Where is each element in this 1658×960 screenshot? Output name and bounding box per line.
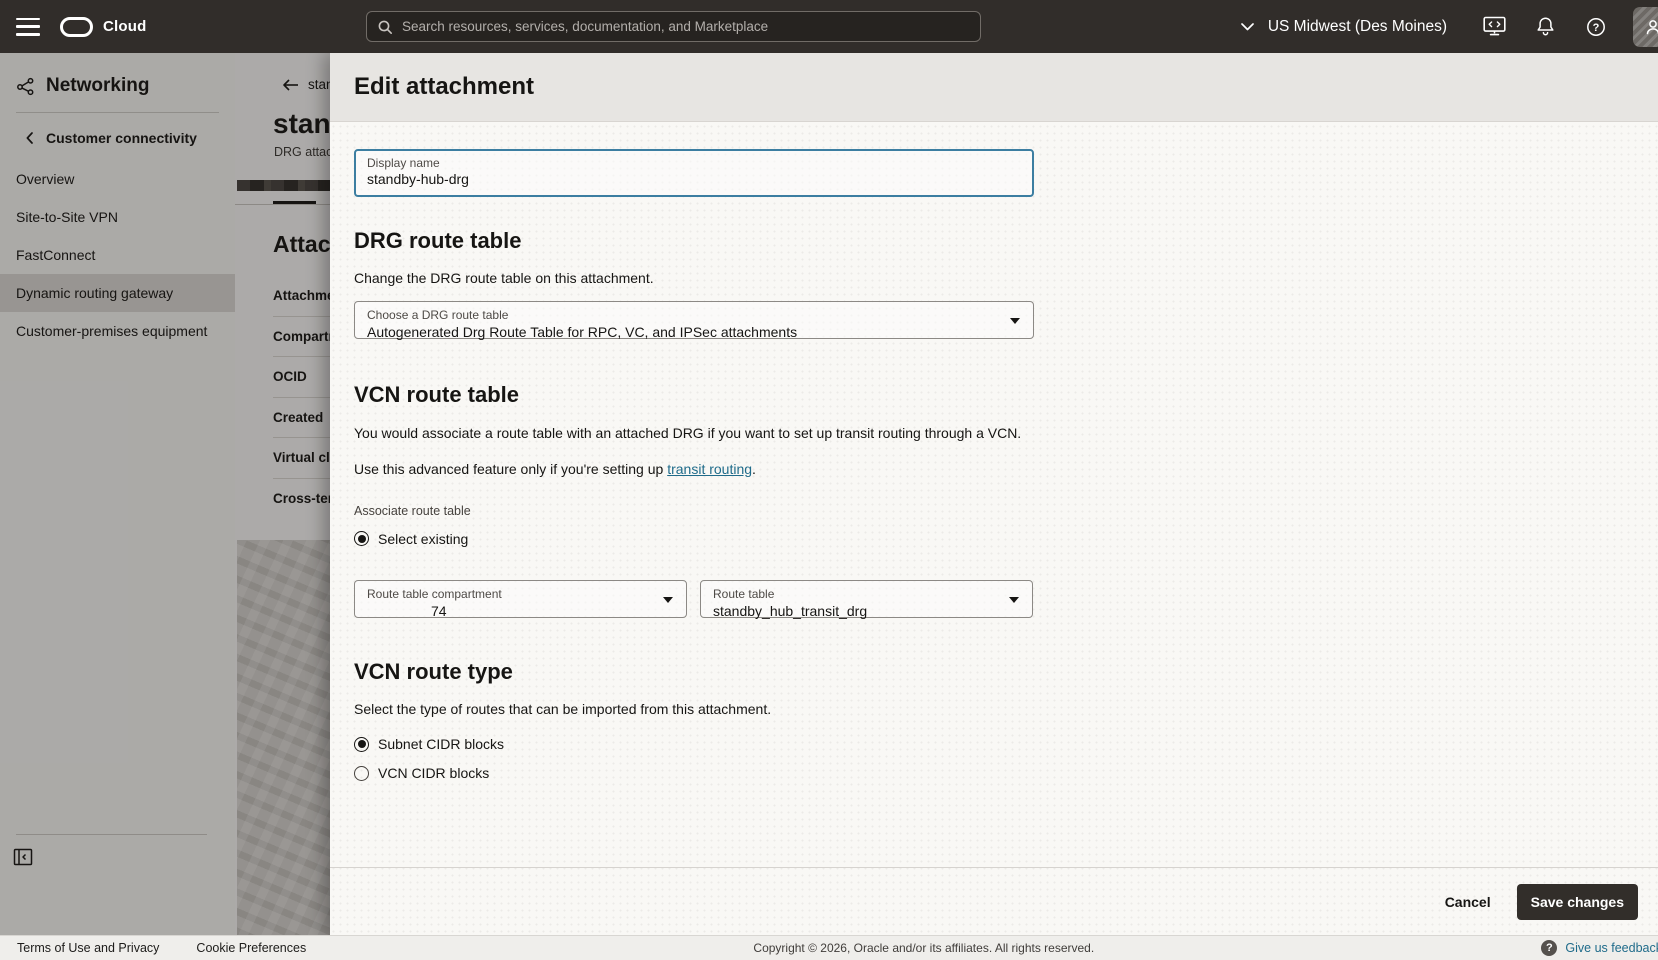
drg-select-label: Choose a DRG route table xyxy=(367,308,1021,323)
vcn-route-type-description: Select the type of routes that can be im… xyxy=(354,699,1034,719)
chevron-down-icon xyxy=(1241,23,1254,31)
vcn-route-table-heading: VCN route table xyxy=(354,382,1034,408)
panel-footer: Cancel Save changes xyxy=(330,867,1658,935)
compartment-select-value: 74 xyxy=(367,602,674,620)
global-search[interactable] xyxy=(366,11,981,42)
help-icon[interactable]: ? xyxy=(1583,14,1609,40)
panel-header: Edit attachment xyxy=(330,53,1658,122)
svg-text:?: ? xyxy=(1593,22,1600,34)
modal-scrim xyxy=(0,53,330,935)
transit-routing-link[interactable]: transit routing xyxy=(667,461,752,477)
drg-route-table-select[interactable]: Choose a DRG route table Autogenerated D… xyxy=(354,301,1034,339)
edit-attachment-panel: Edit attachment Display name DRG route t… xyxy=(330,53,1658,935)
vcn-paragraph-1: You would associate a route table with a… xyxy=(354,423,1034,443)
radio-subnet-cidr-blocks[interactable]: Subnet CIDR blocks xyxy=(354,736,504,752)
region-selector[interactable]: US Midwest (Des Moines) xyxy=(1241,18,1447,36)
caret-down-icon xyxy=(1010,318,1020,324)
page-footer-bar: Terms of Use and Privacy Cookie Preferen… xyxy=(0,935,1658,960)
vcn-route-type-heading: VCN route type xyxy=(354,659,1034,685)
panel-title: Edit attachment xyxy=(354,73,534,101)
brand-text: Cloud xyxy=(103,18,147,35)
person-icon xyxy=(1643,17,1658,37)
radio-unselected-icon xyxy=(354,766,369,781)
search-input[interactable] xyxy=(402,19,970,34)
user-avatar[interactable] xyxy=(1633,7,1658,47)
oracle-logo-icon xyxy=(60,17,93,37)
drg-route-table-description: Change the DRG route table on this attac… xyxy=(354,268,1034,288)
top-bar: Cloud US Midwest (Des Moines) ? xyxy=(0,0,1658,53)
display-name-input[interactable] xyxy=(367,171,1021,187)
caret-down-icon xyxy=(1009,597,1019,603)
hamburger-menu-icon[interactable] xyxy=(16,18,40,36)
drg-route-table-heading: DRG route table xyxy=(354,228,1034,254)
cookie-preferences-link[interactable]: Cookie Preferences xyxy=(196,941,306,955)
vcn-paragraph-2: Use this advanced feature only if you're… xyxy=(354,459,1034,479)
radio-selected-icon xyxy=(354,737,369,752)
caret-down-icon xyxy=(663,597,673,603)
display-name-label: Display name xyxy=(367,156,1021,171)
drg-select-value: Autogenerated Drg Route Table for RPC, V… xyxy=(367,323,1021,341)
terms-link[interactable]: Terms of Use and Privacy xyxy=(17,941,159,955)
search-icon xyxy=(377,19,393,35)
route-table-select-label: Route table xyxy=(713,587,1020,602)
route-table-select[interactable]: Route table standby_hub_transit_drg xyxy=(700,580,1033,618)
associate-route-table-label: Associate route table xyxy=(354,504,1034,518)
compartment-select-label: Route table compartment xyxy=(367,587,674,602)
display-name-field[interactable]: Display name xyxy=(354,149,1034,197)
copyright-text: Copyright © 2026, Oracle and/or its affi… xyxy=(306,941,1541,955)
region-label: US Midwest (Des Moines) xyxy=(1268,18,1447,36)
radio-vcn-cidr-blocks[interactable]: VCN CIDR blocks xyxy=(354,765,489,781)
route-table-compartment-select[interactable]: Route table compartment 74 xyxy=(354,580,687,618)
save-changes-button[interactable]: Save changes xyxy=(1517,884,1638,920)
give-feedback-link[interactable]: Give us feedback xyxy=(1565,941,1658,955)
route-table-select-value: standby_hub_transit_drg xyxy=(713,602,1020,620)
brand-logo[interactable]: Cloud xyxy=(60,17,147,37)
cancel-button[interactable]: Cancel xyxy=(1445,894,1491,910)
panel-body: Display name DRG route table Change the … xyxy=(330,122,1658,781)
radio-select-existing[interactable]: Select existing xyxy=(354,531,468,547)
radio-selected-icon xyxy=(354,531,369,546)
cloud-shell-icon[interactable] xyxy=(1481,14,1507,40)
notifications-bell-icon[interactable] xyxy=(1532,14,1558,40)
feedback-help-icon: ? xyxy=(1541,940,1557,956)
